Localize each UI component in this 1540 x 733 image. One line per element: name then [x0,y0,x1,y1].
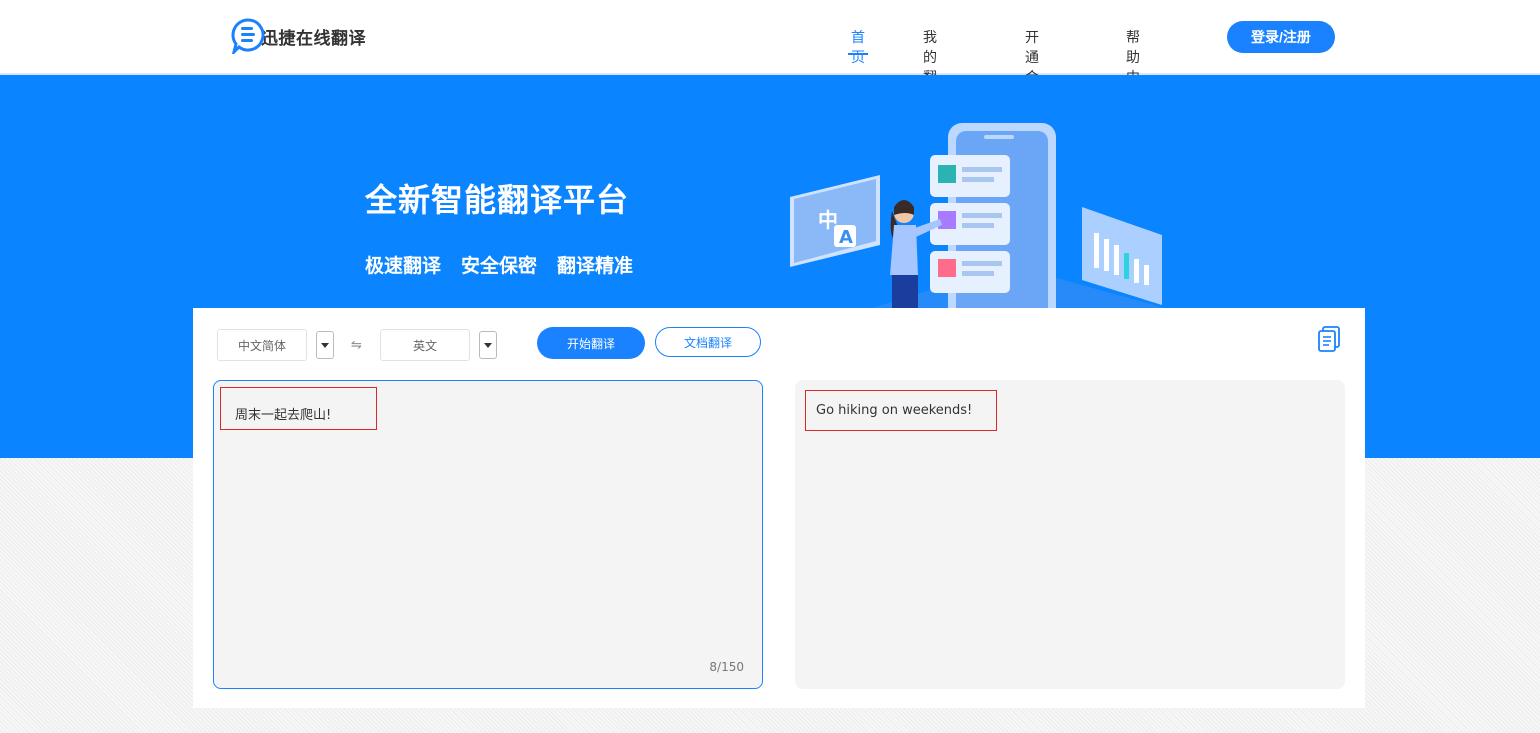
nav-membership[interactable]: 开通会员 [1025,27,1039,106]
swap-arrows-icon[interactable]: ⇋ [351,338,362,353]
feature-fast: 极速翻译 [365,255,442,277]
nav-my-translations[interactable]: 我的翻译 [923,27,937,106]
translation-result-text: Go hiking on weekends! [805,390,997,431]
hero-features: 极速翻译 安全保密 翻译精准 [365,251,633,278]
translator-panel: 中文简体 ⇋ 英文 开始翻译 文档翻译 周末一起去爬山! 8/150 Go hi… [193,308,1365,708]
hero-title: 全新智能翻译平台 [365,181,630,219]
nav-home[interactable]: 首页 [848,27,868,66]
source-text-input[interactable]: 周末一起去爬山! 8/150 [213,380,763,689]
source-language-select[interactable]: 中文简体 [217,329,307,361]
site-logo[interactable]: 迅捷在线翻译 [231,18,366,57]
document-translation-button[interactable]: 文档翻译 [655,327,761,357]
caret-down-icon [484,342,492,348]
feature-accurate: 翻译精准 [557,255,634,277]
caret-down-icon [321,342,329,348]
translation-result-area: Go hiking on weekends! [795,380,1345,689]
source-language-dropdown[interactable] [316,331,334,359]
top-header: 迅捷在线翻译 首页 我的翻译 开通会员 帮助中心 登录/注册 [0,0,1540,106]
logo-text: 迅捷在线翻译 [261,28,366,49]
copy-icon[interactable] [1317,326,1341,352]
character-counter: 8/150 [709,660,744,674]
feature-secure: 安全保密 [461,255,538,277]
chat-bubble-lines-icon [231,18,265,57]
svg-text:A: A [839,227,853,248]
target-language-select[interactable]: 英文 [380,329,470,361]
start-translation-button[interactable]: 开始翻译 [537,327,645,359]
source-text: 周末一起去爬山! [220,387,377,430]
nav-help-center[interactable]: 帮助中心 [1126,27,1140,106]
target-language-dropdown[interactable] [479,331,497,359]
hero-illustration: 中 A [790,123,1190,315]
login-register-button[interactable]: 登录/注册 [1227,21,1335,53]
